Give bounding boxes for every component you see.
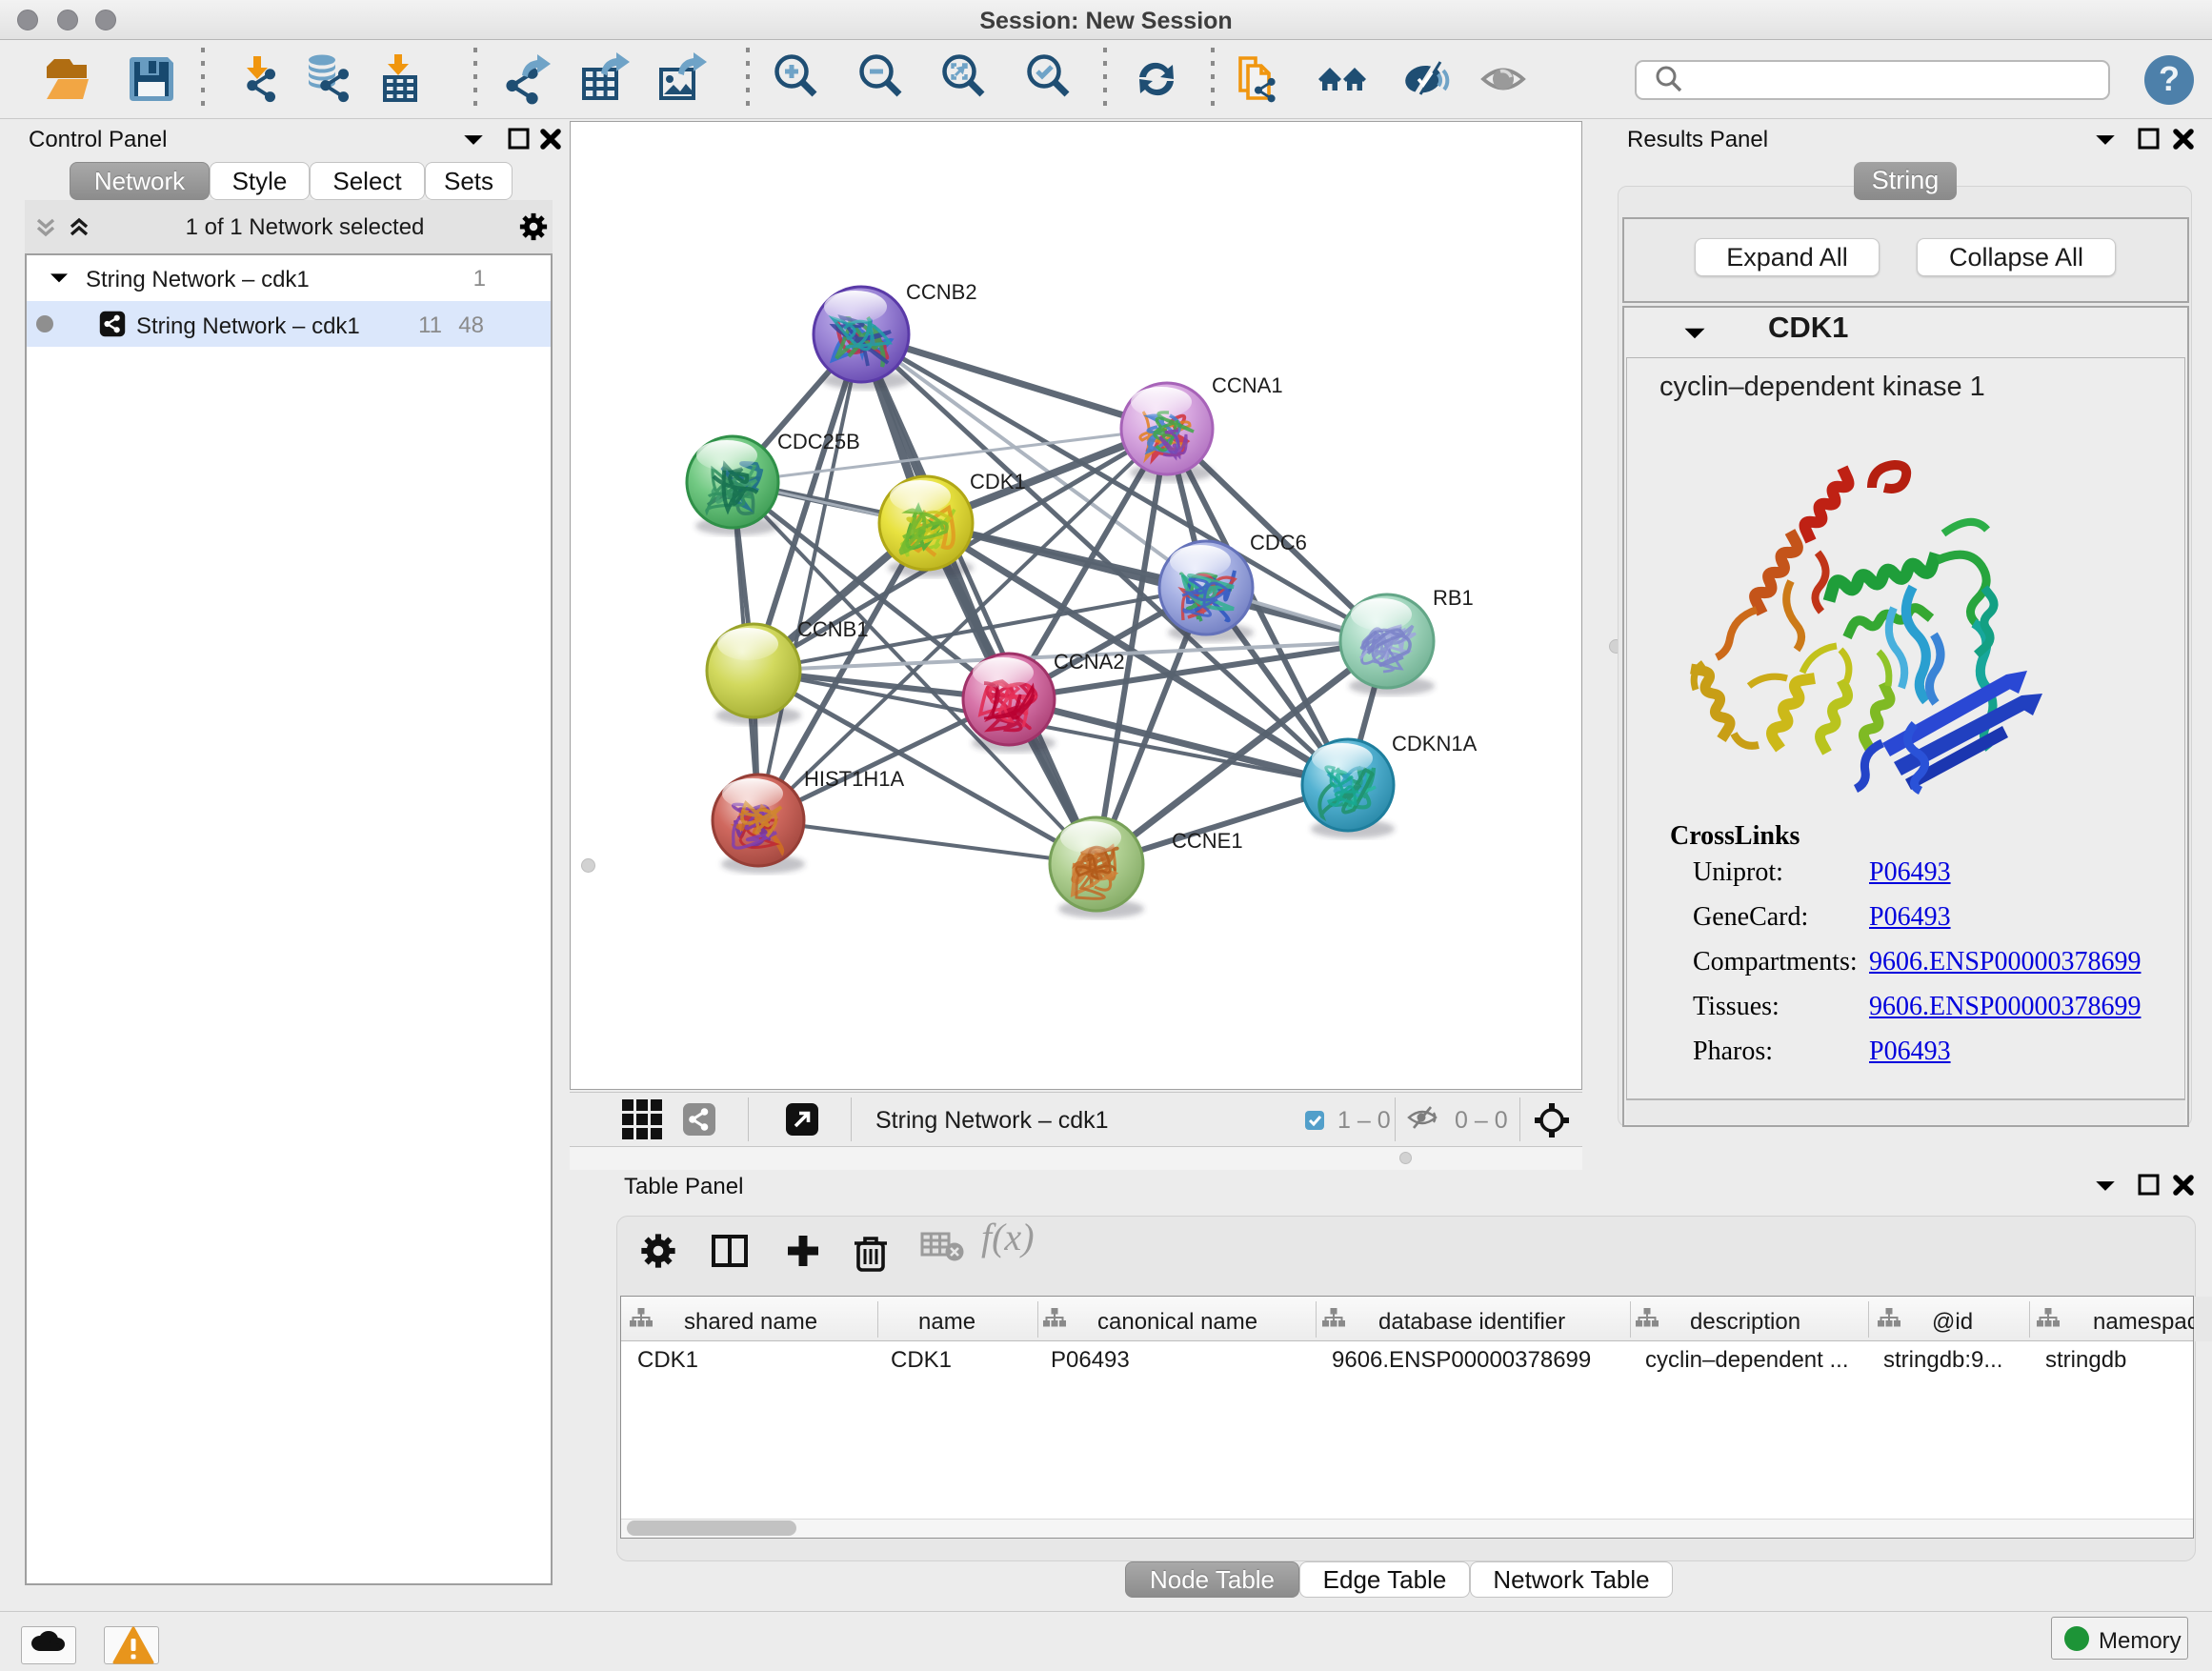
svg-text:CCNE1: CCNE1 (1172, 829, 1243, 853)
svg-text:f(x): f(x) (981, 1218, 1035, 1258)
svg-text:CDC25B: CDC25B (777, 430, 860, 453)
svg-text:HIST1H1A: HIST1H1A (804, 767, 904, 791)
svg-text:CDKN1A: CDKN1A (1392, 732, 1478, 755)
svg-text:CCNA2: CCNA2 (1054, 650, 1125, 674)
svg-text:?: ? (2159, 59, 2180, 98)
svg-text:CDC6: CDC6 (1250, 531, 1307, 554)
svg-text:CCNB2: CCNB2 (906, 280, 977, 304)
svg-text:RB1: RB1 (1433, 586, 1474, 610)
svg-text:CCNA1: CCNA1 (1212, 373, 1283, 397)
svg-text:CDK1: CDK1 (970, 470, 1026, 493)
svg-text:CCNB1: CCNB1 (797, 617, 869, 641)
